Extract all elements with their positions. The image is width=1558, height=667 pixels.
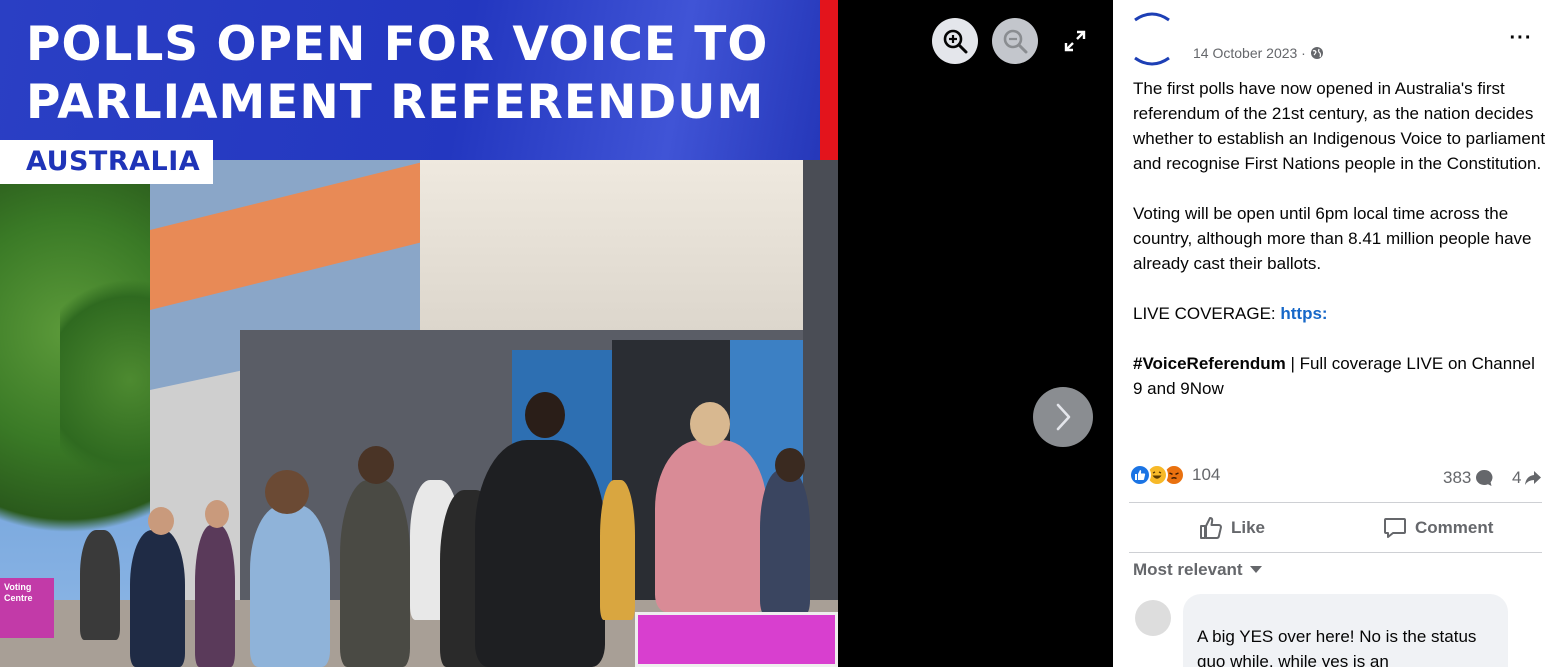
globe-icon: [1310, 47, 1323, 59]
photo-person-head: [148, 507, 174, 535]
like-reaction-icon: [1129, 464, 1151, 486]
photo-person-head: [775, 448, 805, 482]
photo-person: [195, 525, 235, 667]
post-panel: 14 October 2023 · ··· The first polls ha…: [1113, 0, 1558, 667]
commenter-avatar[interactable]: [1135, 600, 1171, 636]
photo-person: [600, 480, 635, 620]
share-count[interactable]: 4: [1512, 468, 1542, 488]
live-coverage-label: LIVE COVERAGE:: [1133, 304, 1281, 323]
zoom-in-button[interactable]: [932, 18, 978, 64]
share-icon: [1525, 471, 1542, 485]
like-label: Like: [1231, 518, 1266, 537]
post-paragraph: Voting will be open until 6pm local time…: [1133, 204, 1532, 273]
photo-post-viewer: Voting Centre POLLS OPEN FOR VOICE TO PA…: [0, 0, 1558, 667]
voting-centre-sign: Voting Centre: [0, 578, 54, 638]
banner-accent: [820, 0, 838, 160]
photo-person-head: [205, 500, 229, 528]
post-paragraph: The first polls have now opened in Austr…: [1133, 79, 1546, 173]
reaction-count: 104: [1192, 465, 1221, 484]
photo-person-head: [690, 402, 730, 446]
photo-person: [250, 505, 330, 667]
zoom-out-button[interactable]: [992, 18, 1038, 64]
reactions-summary[interactable]: 104: [1129, 464, 1220, 486]
page-avatar[interactable]: [1133, 12, 1171, 66]
comment-count-value: 383: [1443, 468, 1472, 487]
post-photo[interactable]: Voting Centre POLLS OPEN FOR VOICE TO PA…: [0, 0, 838, 667]
post-body: The first polls have now opened in Austr…: [1133, 76, 1548, 426]
comment-bubble-icon: [1476, 469, 1493, 486]
like-button[interactable]: Like: [1199, 510, 1265, 546]
more-options-button[interactable]: ···: [1507, 28, 1535, 52]
comment-sort-dropdown[interactable]: Most relevant: [1133, 560, 1263, 580]
photo-person-head: [358, 446, 394, 484]
hashtag-line: #VoiceReferendum | Full coverage LIVE on…: [1133, 351, 1548, 401]
comment-count[interactable]: 383: [1443, 468, 1493, 488]
thumbs-up-icon: [1200, 517, 1222, 539]
photo-person: [340, 480, 410, 667]
comment-label: Comment: [1415, 518, 1494, 537]
photo-person: [80, 530, 120, 640]
photo-person-head: [265, 470, 309, 514]
fullscreen-button[interactable]: [1062, 28, 1088, 54]
banner-title: POLLS OPEN FOR VOICE TO PARLIAMENT REFER…: [26, 17, 769, 130]
post-timestamp[interactable]: 14 October 2023 ·: [1193, 45, 1324, 61]
zoom-in-icon: [943, 29, 968, 54]
photo-viewer: Voting Centre POLLS OPEN FOR VOICE TO PA…: [0, 0, 1113, 667]
country-tag: AUSTRALIA: [0, 140, 213, 184]
comment-bubble: A big YES over here! No is the status qu…: [1183, 594, 1508, 667]
photo-person: [130, 530, 185, 667]
photo-sign-board: [635, 612, 838, 667]
photo-person: [475, 440, 605, 667]
post-date-text: 14 October 2023 ·: [1193, 45, 1306, 61]
hashtag-link[interactable]: #VoiceReferendum: [1133, 354, 1286, 373]
divider: [1129, 552, 1542, 553]
comment-icon: [1384, 518, 1406, 538]
comment-button[interactable]: Comment: [1383, 510, 1493, 546]
caret-down-icon: [1249, 566, 1262, 573]
photo-person: [760, 470, 810, 615]
divider: [1129, 502, 1542, 503]
live-coverage-line: LIVE COVERAGE: https:: [1133, 301, 1548, 326]
sort-label: Most relevant: [1133, 560, 1243, 579]
share-count-value: 4: [1512, 468, 1522, 487]
zoom-out-icon: [1003, 29, 1028, 54]
photo-person: [655, 440, 767, 612]
expand-icon: [1064, 30, 1086, 52]
photo-person-head: [525, 392, 565, 438]
live-coverage-link[interactable]: https:: [1280, 304, 1327, 323]
chevron-right-icon: [1056, 403, 1071, 431]
next-photo-button[interactable]: [1033, 387, 1093, 447]
comment-text: A big YES over here! No is the status qu…: [1197, 627, 1477, 667]
